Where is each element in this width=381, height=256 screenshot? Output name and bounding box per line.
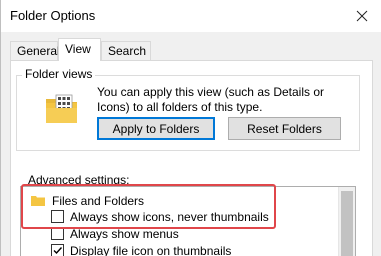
advanced-settings-list[interactable]: Files and Folders Always show icons, nev…	[20, 186, 356, 256]
folder-options-dialog: Folder Options General View Search Folde…	[0, 0, 381, 256]
folder-grid-icon	[46, 94, 77, 123]
list-item[interactable]: Always show icons, never thumbnails	[51, 208, 269, 225]
category-files-and-folders: Files and Folders	[31, 192, 144, 209]
list-item-label: Always show menus	[70, 226, 179, 241]
title-bar: Folder Options	[1, 0, 381, 32]
checkbox-always-show-menus[interactable]	[51, 227, 64, 240]
checkbox-always-show-icons[interactable]	[51, 210, 64, 223]
tab-general[interactable]: General	[10, 41, 60, 61]
checkmark-icon	[53, 247, 63, 255]
category-label: Files and Folders	[52, 193, 145, 208]
tab-view[interactable]: View	[58, 38, 101, 61]
folder-icon	[31, 196, 45, 206]
close-icon	[356, 10, 368, 22]
folder-views-description: You can apply this view (such as Details…	[97, 85, 325, 114]
list-item[interactable]: Display file icon on thumbnails	[51, 242, 231, 256]
tab-search[interactable]: Search	[101, 41, 151, 61]
list-item-label: Always show icons, never thumbnails	[70, 209, 269, 224]
scrollbar[interactable]	[338, 187, 355, 256]
list-item-label: Display file icon on thumbnails	[70, 243, 232, 256]
folder-views-label: Folder views	[22, 67, 96, 81]
window-title: Folder Options	[10, 8, 96, 23]
reset-folders-button[interactable]: Reset Folders	[228, 117, 341, 140]
apply-to-folders-button[interactable]: Apply to Folders	[97, 117, 215, 140]
advanced-settings-label: Advanced settings:	[28, 173, 130, 187]
close-button[interactable]	[342, 0, 381, 32]
list-item[interactable]: Always show menus	[51, 225, 179, 242]
scroll-thumb[interactable]	[341, 191, 353, 256]
checkbox-display-file-icon[interactable]	[51, 244, 64, 256]
